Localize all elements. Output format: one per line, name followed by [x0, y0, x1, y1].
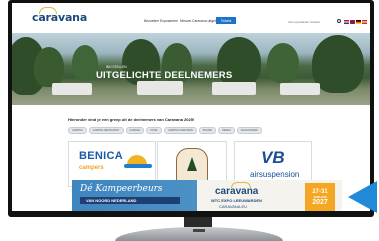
banner-title: Dé Kampeerbeurs	[80, 184, 163, 194]
banner-logo: caravana	[215, 186, 259, 197]
benica-sub: campers	[79, 165, 104, 171]
monitor-brand-mark	[193, 229, 205, 232]
search-icon[interactable]	[337, 19, 341, 23]
chip-reizen[interactable]: REIZEN	[218, 127, 235, 134]
benica-logo: BENICA	[79, 150, 123, 162]
tickets-button[interactable]: Tickets	[216, 17, 236, 24]
hero-title: UITGELICHTE DEELNEMERS	[96, 70, 233, 81]
site-header: caravana Bezoeken Exposanten Nieuws Cara…	[12, 3, 370, 33]
banner-url: CARAVANA.EU	[219, 204, 248, 209]
nav-contact[interactable]: Contact	[310, 20, 320, 24]
chip-boaten[interactable]: BOATEN	[198, 127, 217, 134]
vb-airsuspension: airsuspension	[250, 170, 300, 179]
intro-text: Hieronder vind je een greep uit de deeln…	[68, 117, 195, 122]
banner-right-panel: caravana WTC EXPO LEEUWARDEN CARAVANA.EU…	[197, 180, 342, 211]
camping-badge-icon	[176, 148, 208, 184]
screen: caravana Bezoeken Exposanten Nieuws Cara…	[12, 3, 370, 211]
date-year: 2027	[312, 198, 328, 206]
chip-hotel[interactable]: HOTEL	[146, 127, 162, 134]
promo-banner[interactable]: Dé Kampeerbeurs VAN NOORD NEDERLAND cara…	[72, 180, 342, 211]
nav-bezoeken[interactable]: Bezoeken	[144, 19, 159, 23]
chip-vakantiepark[interactable]: VAKANTIEPARK	[236, 127, 262, 134]
banner-subtitle: VAN NOORD NEDERLAND	[86, 198, 137, 203]
chip-camping[interactable]: CAMPING	[68, 127, 87, 134]
flag-extra-icon[interactable]	[362, 20, 367, 24]
category-filters: CAMPING CAMPING RESTAURANT CARAVAN HOTEL…	[68, 127, 262, 134]
monitor: caravana Bezoeken Exposanten Nieuws Cara…	[8, 0, 374, 217]
chip-caravan[interactable]: CARAVAN	[125, 127, 145, 134]
nav-nieuws[interactable]: Nieuws	[180, 19, 191, 23]
flag-nl-icon[interactable]	[344, 20, 349, 24]
hero-subtitle: WIJ STELLEN	[106, 65, 127, 69]
site-logo[interactable]: caravana	[32, 11, 87, 24]
nav-exposanten-link[interactable]: Voor exposanten	[288, 20, 309, 24]
banner-date-badge: 27-31 JANUARI 2027	[305, 183, 335, 211]
wave-icon	[124, 164, 152, 168]
tree-icon	[187, 157, 197, 171]
chip-camping-inventaris[interactable]: CAMPING INVENTARIS	[163, 127, 197, 134]
monitor-stand-neck	[184, 217, 212, 227]
nav-exposanten[interactable]: Exposanten	[160, 19, 178, 23]
hero-banner: WIJ STELLEN UITGELICHTE DEELNEMERS	[12, 33, 370, 105]
left-arrow-icon	[348, 181, 377, 213]
banner-venue: WTC EXPO LEEUWARDEN	[211, 198, 262, 203]
flag-gb-icon[interactable]	[350, 20, 355, 24]
flag-de-icon[interactable]	[356, 20, 361, 24]
chip-camping-restaurant[interactable]: CAMPING RESTAURANT	[88, 127, 124, 134]
vb-logo: VB	[261, 148, 285, 167]
